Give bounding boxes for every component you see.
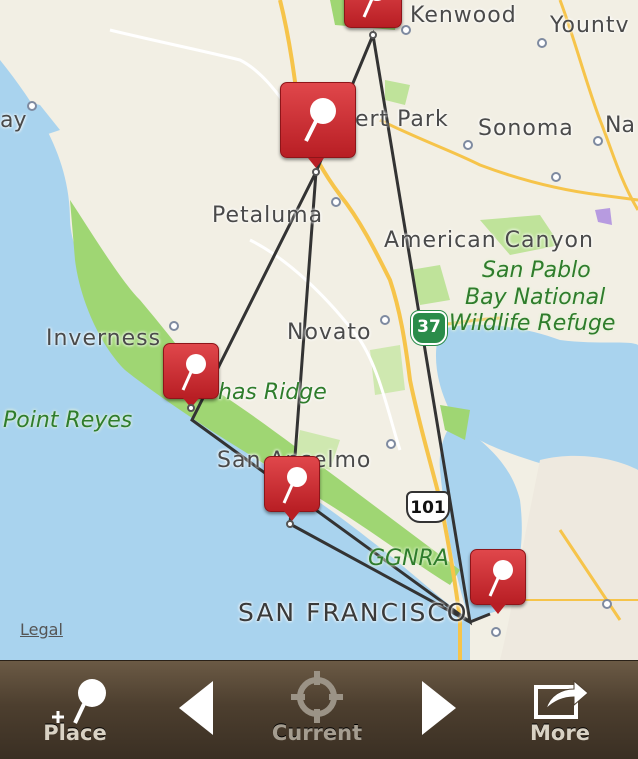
city-dot-sonoma [463, 140, 473, 150]
route-pin-5[interactable] [470, 549, 526, 605]
city-dot-san-anselmo [386, 439, 396, 449]
map-view[interactable]: Kenwood Yountv ay hert Park Sonoma Na Pe… [0, 0, 638, 660]
more-label: More [530, 721, 590, 745]
place-label-yountville: Yountv [550, 13, 630, 38]
city-dot-petaluma [331, 197, 341, 207]
city-dot-left [27, 101, 37, 111]
park-label-bay-national: Bay National [465, 285, 606, 310]
route-point-2 [312, 168, 320, 176]
route-pin-2-tail [308, 158, 324, 168]
park-label-wildlife-refuge: Wildlife Refuge [449, 311, 616, 336]
place-label-left-edge: ay [0, 108, 27, 133]
highway-37-shield: 37 [411, 311, 447, 345]
place-label-sonoma: Sonoma [478, 116, 574, 141]
route-point-3 [187, 404, 195, 412]
city-dot-oakland [602, 599, 612, 609]
route-point-4 [286, 520, 294, 528]
bottom-toolbar: Place Current More [0, 660, 638, 759]
place-label-san-francisco: SAN FRANCISCO [238, 598, 469, 627]
place-button[interactable]: Place [20, 661, 130, 759]
place-label-napa: Na [605, 113, 635, 138]
pushpin-icon [362, 0, 382, 18]
place-label-kenwood: Kenwood [410, 3, 517, 28]
route-pin-1[interactable] [344, 0, 402, 28]
park-label-san-pablo: San Pablo [482, 258, 591, 283]
place-label-bolinas-ridge: has Ridge [218, 380, 327, 405]
route-pin-4-tail [284, 511, 300, 521]
place-label-petaluma: Petaluma [212, 203, 324, 228]
place-label-novato: Novato [287, 320, 372, 345]
pushpin-icon [282, 467, 307, 504]
city-dot-napa [593, 136, 603, 146]
legal-link[interactable]: Legal [20, 620, 63, 639]
route-pin-2[interactable] [280, 82, 356, 158]
pushpin-icon [304, 98, 336, 142]
place-label-american-canyon: American Canyon [384, 228, 594, 253]
route-pin-4[interactable] [264, 456, 320, 512]
park-label-ggnra: GGNRA [368, 546, 449, 571]
next-button[interactable] [398, 661, 478, 759]
route-pin-5-tail [490, 604, 506, 614]
route-pin-3[interactable] [163, 343, 219, 399]
city-dot-inverness [169, 321, 179, 331]
pushpin-icon [181, 354, 206, 391]
next-arrow-icon [422, 681, 456, 735]
place-label: Place [43, 721, 107, 745]
city-dot-novato [380, 315, 390, 325]
city-dot-american-canyon [551, 172, 561, 182]
more-button[interactable]: More [510, 661, 610, 759]
place-label-inverness: Inverness [46, 326, 162, 351]
current-location-button[interactable]: Current [262, 661, 372, 759]
place-pin-icon [52, 679, 106, 724]
previous-button[interactable] [160, 661, 240, 759]
highway-101-shield: 101 [406, 491, 450, 523]
share-icon [534, 679, 589, 719]
city-dot-yountville [537, 38, 547, 48]
current-label: Current [271, 721, 363, 745]
previous-arrow-icon [179, 681, 213, 735]
city-dot-san-francisco [491, 627, 501, 637]
route-point-1 [369, 31, 377, 39]
current-location-icon [291, 671, 343, 723]
pushpin-icon [488, 560, 513, 597]
park-label-point-reyes: Point Reyes [3, 408, 133, 433]
